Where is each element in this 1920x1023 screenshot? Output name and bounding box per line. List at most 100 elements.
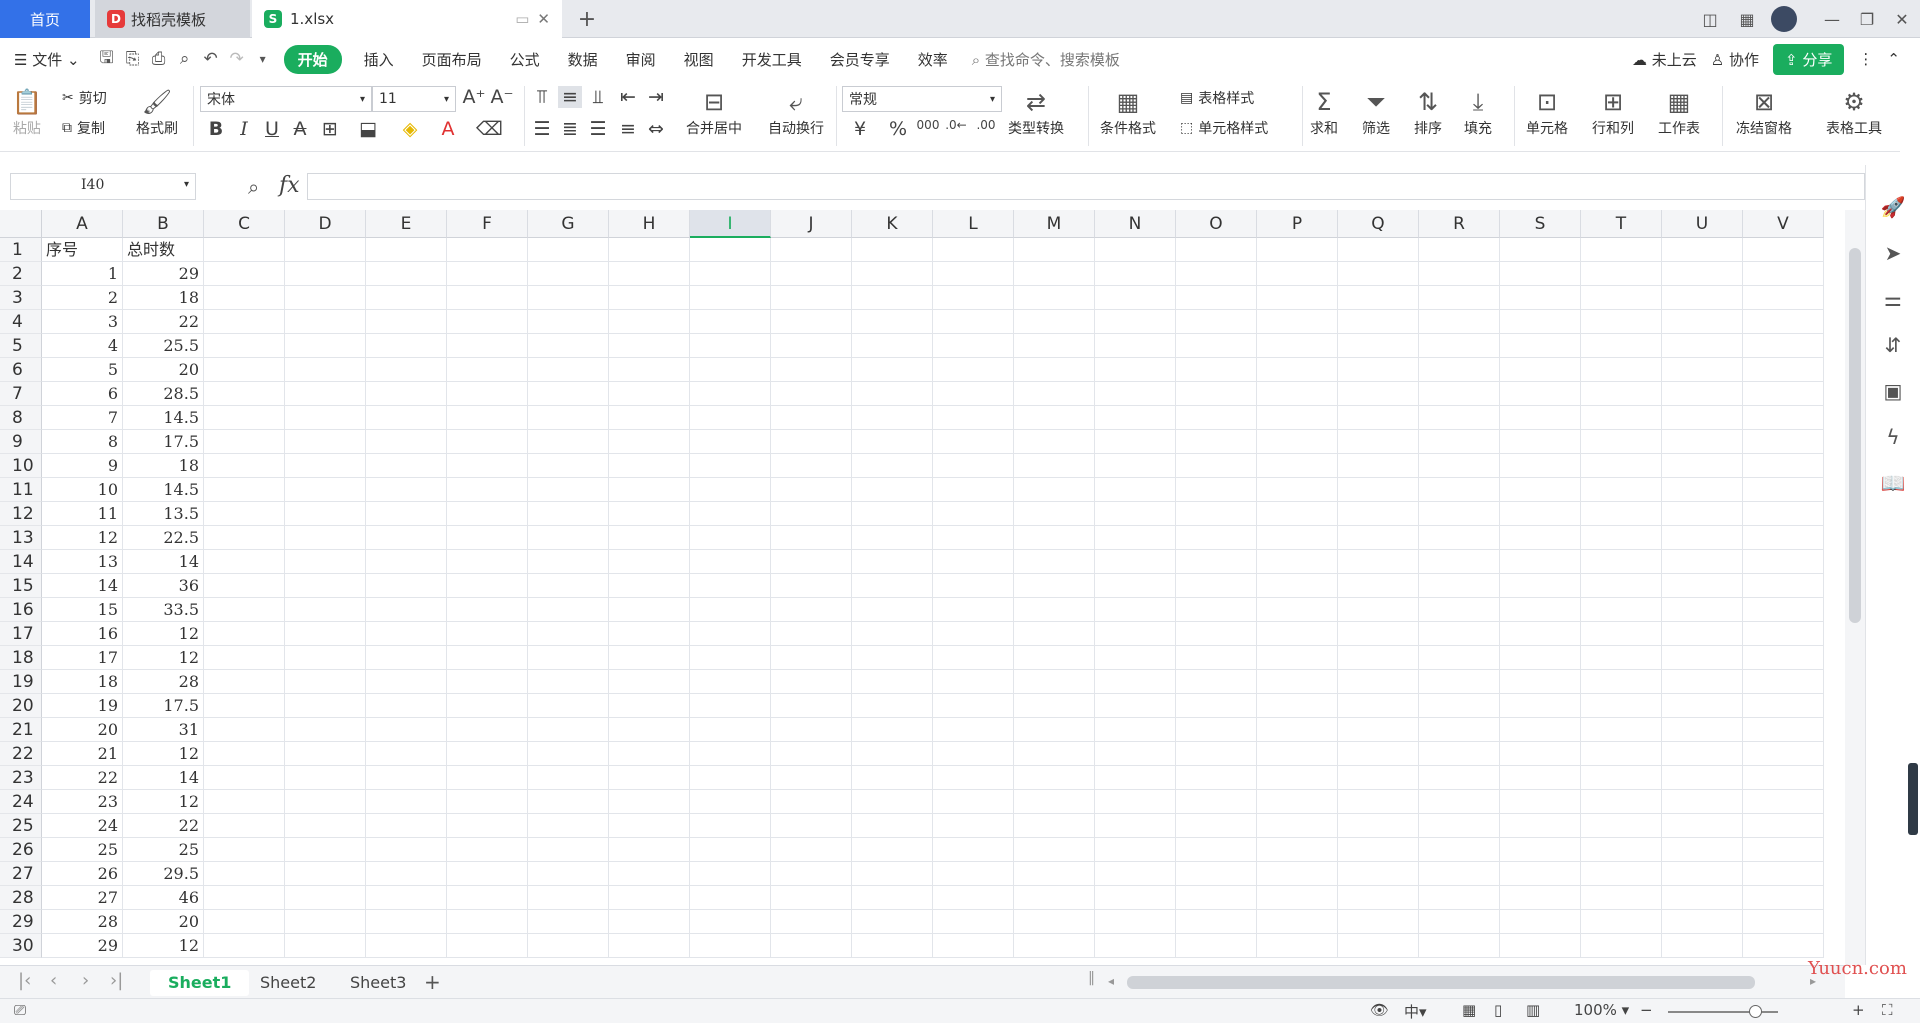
cell-n25[interactable]	[1095, 814, 1176, 838]
column-header-a[interactable]: A	[42, 210, 123, 238]
cell-q13[interactable]	[1338, 526, 1419, 550]
cell-c18[interactable]	[204, 646, 285, 670]
cell-l19[interactable]	[933, 670, 1014, 694]
cell-o7[interactable]	[1176, 382, 1257, 406]
cell-p10[interactable]	[1257, 454, 1338, 478]
cell-b21[interactable]: 31	[123, 718, 204, 742]
cell-m8[interactable]	[1014, 406, 1095, 430]
cell-k19[interactable]	[852, 670, 933, 694]
cell-s13[interactable]	[1500, 526, 1581, 550]
cell-c9[interactable]	[204, 430, 285, 454]
cell-u17[interactable]	[1662, 622, 1743, 646]
cell-u10[interactable]	[1662, 454, 1743, 478]
cell-u6[interactable]	[1662, 358, 1743, 382]
column-header-b[interactable]: B	[123, 210, 204, 238]
cell-h3[interactable]	[609, 286, 690, 310]
cell-d10[interactable]	[285, 454, 366, 478]
cell-a23[interactable]: 22	[42, 766, 123, 790]
cell-b15[interactable]: 36	[123, 574, 204, 598]
cell-k6[interactable]	[852, 358, 933, 382]
cell-k11[interactable]	[852, 478, 933, 502]
cell-j17[interactable]	[771, 622, 852, 646]
zoom-out-icon[interactable]: −	[1640, 1001, 1653, 1019]
cell-k24[interactable]	[852, 790, 933, 814]
cell-o13[interactable]	[1176, 526, 1257, 550]
cell-l17[interactable]	[933, 622, 1014, 646]
cell-a13[interactable]: 12	[42, 526, 123, 550]
transfer-icon[interactable]: ⇵	[1879, 333, 1907, 357]
cell-j12[interactable]	[771, 502, 852, 526]
cell-c20[interactable]	[204, 694, 285, 718]
cell-p22[interactable]	[1257, 742, 1338, 766]
cell-i11[interactable]	[690, 478, 771, 502]
cell-d12[interactable]	[285, 502, 366, 526]
cell-h25[interactable]	[609, 814, 690, 838]
increase-font-icon[interactable]: A⁺	[462, 86, 486, 108]
cell-b30[interactable]: 12	[123, 934, 204, 958]
cell-c7[interactable]	[204, 382, 285, 406]
close-window-icon[interactable]: ✕	[1882, 0, 1920, 38]
cell-b6[interactable]: 20	[123, 358, 204, 382]
cell-i24[interactable]	[690, 790, 771, 814]
cell-b13[interactable]: 22.5	[123, 526, 204, 550]
cell-v16[interactable]	[1743, 598, 1824, 622]
cell-p12[interactable]	[1257, 502, 1338, 526]
cell-j20[interactable]	[771, 694, 852, 718]
cell-v6[interactable]	[1743, 358, 1824, 382]
cell-k7[interactable]	[852, 382, 933, 406]
cell-s5[interactable]	[1500, 334, 1581, 358]
cell-f14[interactable]	[447, 550, 528, 574]
copy-button[interactable]: ⧉ 复制	[62, 118, 105, 138]
book-icon[interactable]: 📖	[1879, 471, 1907, 495]
cell-f17[interactable]	[447, 622, 528, 646]
cell-b14[interactable]: 14	[123, 550, 204, 574]
cell-p8[interactable]	[1257, 406, 1338, 430]
cell-f3[interactable]	[447, 286, 528, 310]
cell-u4[interactable]	[1662, 310, 1743, 334]
cell-h15[interactable]	[609, 574, 690, 598]
cell-n27[interactable]	[1095, 862, 1176, 886]
cell-s6[interactable]	[1500, 358, 1581, 382]
cell-u26[interactable]	[1662, 838, 1743, 862]
cell-p6[interactable]	[1257, 358, 1338, 382]
cell-b29[interactable]: 20	[123, 910, 204, 934]
cell-e21[interactable]	[366, 718, 447, 742]
cell-k16[interactable]	[852, 598, 933, 622]
decrease-font-icon[interactable]: A⁻	[490, 86, 514, 108]
cell-s27[interactable]	[1500, 862, 1581, 886]
cell-f22[interactable]	[447, 742, 528, 766]
cell-l8[interactable]	[933, 406, 1014, 430]
cell-d5[interactable]	[285, 334, 366, 358]
sheet-tab-2[interactable]: Sheet2	[242, 970, 334, 996]
cell-c16[interactable]	[204, 598, 285, 622]
cell-b28[interactable]: 46	[123, 886, 204, 910]
command-search[interactable]: ⌕ 查找命令、搜索模板	[972, 49, 1120, 70]
cell-r3[interactable]	[1419, 286, 1500, 310]
cell-o3[interactable]	[1176, 286, 1257, 310]
cell-a12[interactable]: 11	[42, 502, 123, 526]
cell-n11[interactable]	[1095, 478, 1176, 502]
cell-h12[interactable]	[609, 502, 690, 526]
cell-b18[interactable]: 12	[123, 646, 204, 670]
cell-n8[interactable]	[1095, 406, 1176, 430]
cell-j25[interactable]	[771, 814, 852, 838]
fill-pattern-icon[interactable]: ⬓	[356, 118, 380, 140]
cell-o30[interactable]	[1176, 934, 1257, 958]
cell-h23[interactable]	[609, 766, 690, 790]
cell-b27[interactable]: 29.5	[123, 862, 204, 886]
cell-p2[interactable]	[1257, 262, 1338, 286]
cell-m23[interactable]	[1014, 766, 1095, 790]
cell-e23[interactable]	[366, 766, 447, 790]
cell-i3[interactable]	[690, 286, 771, 310]
cell-o21[interactable]	[1176, 718, 1257, 742]
cell-f30[interactable]	[447, 934, 528, 958]
cell-p14[interactable]	[1257, 550, 1338, 574]
cell-n7[interactable]	[1095, 382, 1176, 406]
row-header[interactable]: 3	[0, 286, 42, 310]
print-preview-icon[interactable]: ⌕	[172, 46, 198, 72]
cell-m4[interactable]	[1014, 310, 1095, 334]
cell-f10[interactable]	[447, 454, 528, 478]
menu-formula[interactable]: 公式	[496, 49, 554, 70]
vertical-scroll-thumb[interactable]	[1849, 248, 1861, 623]
cell-r8[interactable]	[1419, 406, 1500, 430]
